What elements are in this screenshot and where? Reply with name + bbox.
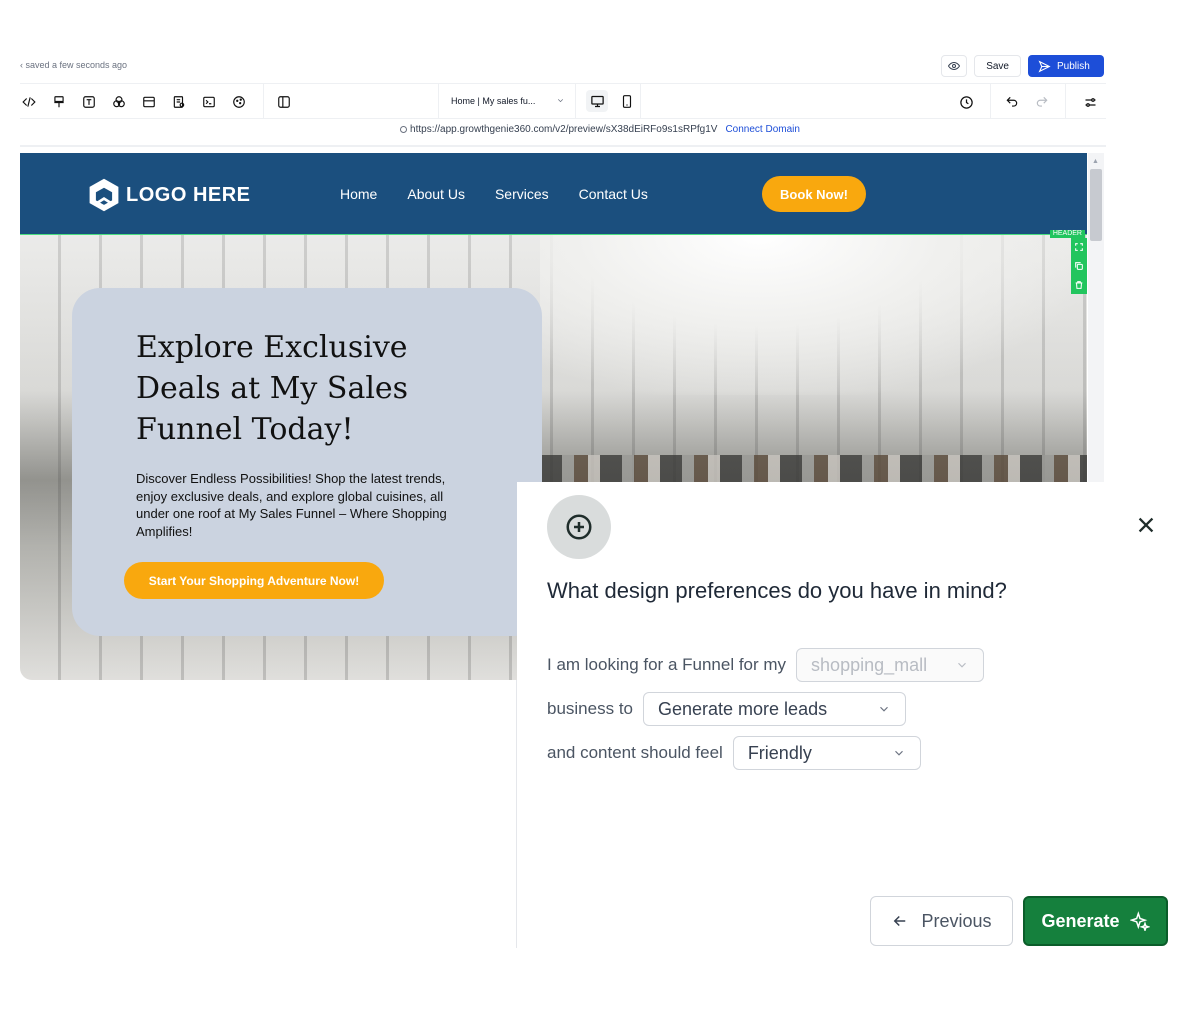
- toolbar-divider: [1065, 84, 1066, 118]
- goal-select[interactable]: Generate more leads: [643, 692, 906, 726]
- business-type-label: I am looking for a Funnel for my: [547, 655, 787, 674]
- editor-screen: ‹ saved a few seconds ago Save Publish H…: [0, 0, 1200, 1019]
- globe-icon: [400, 126, 408, 133]
- preview-scrollbar[interactable]: ▲: [1088, 153, 1104, 483]
- cookie-icon[interactable]: [230, 93, 248, 111]
- chevron-down-icon: [894, 750, 903, 756]
- mobile-view-button[interactable]: [616, 90, 638, 112]
- sparkles-icon: [1129, 911, 1150, 931]
- nav-services[interactable]: Services: [495, 186, 549, 202]
- hero-title: Explore Exclusive Deals at My Sales Funn…: [136, 330, 409, 447]
- book-now-button[interactable]: Book Now!: [762, 176, 866, 212]
- chevron-down-icon: [958, 662, 966, 668]
- preview-url[interactable]: https://app.growthgenie360.com/v2/previe…: [410, 124, 717, 135]
- business-type-value: shopping_mall: [811, 654, 928, 675]
- form-icon[interactable]: [170, 93, 188, 111]
- site-header[interactable]: LOGO HERE Home About Us Services Contact…: [20, 153, 1087, 235]
- trash-icon[interactable]: [1074, 280, 1084, 290]
- chevron-down-icon: [557, 99, 564, 103]
- chevron-down-icon: [880, 706, 888, 712]
- undo-icon[interactable]: [1003, 93, 1021, 111]
- page-selector-label: Home | My sales fu...: [451, 96, 536, 106]
- save-status: ‹ saved a few seconds ago: [20, 60, 128, 70]
- toolbar-divider: [263, 84, 264, 118]
- preview-url-bar: https://app.growthgenie360.com/v2/previe…: [0, 124, 1200, 135]
- elements-icon[interactable]: [110, 93, 128, 111]
- publish-label: Publish: [1057, 60, 1090, 72]
- goal-value: Generate more leads: [658, 698, 828, 719]
- tone-row: and content should feel Friendly: [547, 736, 921, 770]
- copy-icon[interactable]: [1074, 261, 1084, 271]
- editor-toolbar: Home | My sales fu...: [20, 84, 1106, 119]
- connect-domain-link[interactable]: Connect Domain: [725, 124, 799, 135]
- brush-icon[interactable]: [50, 93, 68, 111]
- toolbar-divider: [990, 84, 991, 118]
- scroll-thumb[interactable]: [1090, 169, 1102, 241]
- nav-about-us[interactable]: About Us: [407, 186, 465, 202]
- history-icon[interactable]: [957, 93, 975, 111]
- mobile-icon: [622, 94, 632, 108]
- redo-icon[interactable]: [1033, 93, 1051, 111]
- business-type-select[interactable]: shopping_mall: [796, 648, 985, 682]
- toolbar-divider: [640, 84, 641, 118]
- tone-value: Friendly: [747, 742, 812, 763]
- url-divider: [20, 145, 1106, 147]
- save-button[interactable]: Save: [974, 55, 1021, 77]
- top-bar: ‹ saved a few seconds ago Save Publish: [20, 52, 1106, 84]
- send-icon: [1038, 59, 1051, 73]
- tone-select[interactable]: Friendly: [732, 736, 921, 770]
- tool-icons: [20, 93, 248, 111]
- section-icon[interactable]: [140, 93, 158, 111]
- previous-button[interactable]: Previous: [870, 896, 1013, 946]
- code-icon[interactable]: [20, 93, 38, 111]
- expand-icon[interactable]: [1074, 242, 1084, 252]
- nav-contact-us[interactable]: Contact Us: [579, 186, 648, 202]
- preview-button[interactable]: [941, 55, 968, 77]
- header-section-tag: HEADER: [1049, 230, 1085, 238]
- nav-home[interactable]: Home: [340, 186, 377, 202]
- eye-icon: [948, 61, 961, 71]
- layout-icon[interactable]: [275, 93, 293, 111]
- hero-card[interactable]: Explore Exclusive Deals at My Sales Funn…: [72, 288, 542, 636]
- section-actions: [1071, 238, 1087, 294]
- close-icon[interactable]: [1135, 514, 1157, 536]
- dialog-question: What design preferences do you have in m…: [547, 578, 1007, 603]
- funnel-preferences-dialog: What design preferences do you have in m…: [517, 482, 1200, 1019]
- publish-button[interactable]: Publish: [1028, 55, 1104, 77]
- scroll-up-icon[interactable]: ▲: [1092, 158, 1099, 165]
- page-selector[interactable]: Home | My sales fu...: [438, 84, 576, 118]
- plus-circle-icon: [566, 514, 592, 540]
- generate-label: Generate: [1041, 910, 1120, 931]
- logo-icon: [89, 178, 119, 212]
- site-logo[interactable]: LOGO HERE: [86, 177, 251, 213]
- arrow-left-icon: [894, 915, 906, 927]
- dialog-badge: [547, 495, 611, 559]
- logo-text: LOGO HERE: [126, 183, 251, 206]
- hero-subtitle: Discover Endless Possibilities! Shop the…: [136, 471, 447, 539]
- generate-button[interactable]: Generate: [1023, 896, 1168, 946]
- business-type-row: I am looking for a Funnel for my shoppin…: [547, 648, 985, 682]
- site-nav: Home About Us Services Contact Us: [340, 186, 648, 202]
- goal-row: business to Generate more leads: [547, 692, 906, 726]
- terminal-icon[interactable]: [200, 93, 218, 111]
- tone-label: and content should feel: [547, 743, 723, 762]
- desktop-view-button[interactable]: [586, 90, 608, 112]
- text-icon[interactable]: [80, 93, 98, 111]
- settings-sliders-icon[interactable]: [1081, 93, 1099, 111]
- previous-label: Previous: [921, 910, 992, 931]
- goal-label: business to: [547, 699, 633, 718]
- top-actions: Save Publish: [941, 55, 1104, 77]
- hero-cta-button[interactable]: Start Your Shopping Adventure Now!: [124, 562, 384, 599]
- desktop-icon: [590, 95, 604, 107]
